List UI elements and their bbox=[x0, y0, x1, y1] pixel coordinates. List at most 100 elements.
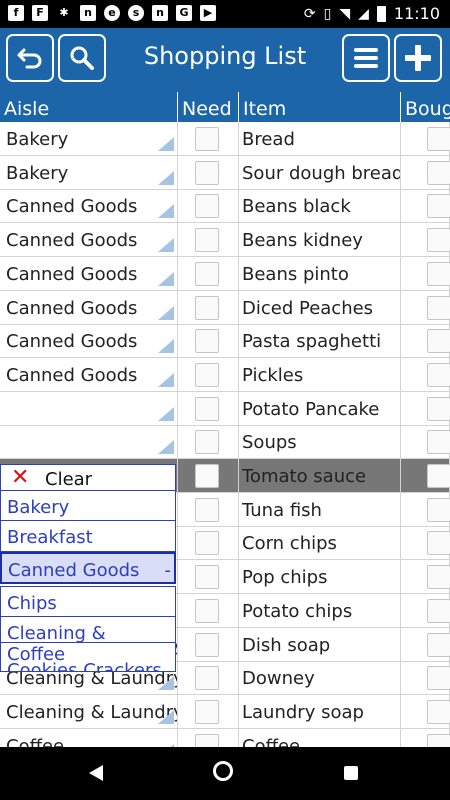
need-checkbox[interactable] bbox=[195, 295, 219, 320]
table-row[interactable]: Canned Goods Beans kidney bbox=[0, 223, 450, 258]
bought-checkbox[interactable] bbox=[427, 531, 450, 556]
item-cell[interactable]: Downey bbox=[239, 661, 401, 696]
aisle-option-selected[interactable]: Canned Goods - bbox=[0, 552, 176, 584]
bought-checkbox[interactable] bbox=[427, 228, 450, 253]
bought-checkbox[interactable] bbox=[427, 497, 450, 522]
need-checkbox[interactable] bbox=[195, 261, 219, 286]
need-checkbox[interactable] bbox=[195, 362, 219, 387]
need-checkbox[interactable] bbox=[195, 666, 219, 691]
aisle-cell[interactable]: Canned Goods bbox=[0, 324, 178, 359]
table-row[interactable]: Soups bbox=[0, 425, 450, 460]
table-row[interactable]: Coffee Coffee bbox=[0, 728, 450, 747]
aisle-cell[interactable]: Cleaning & Laundry bbox=[0, 694, 178, 729]
aisle-cell[interactable]: Canned Goods bbox=[0, 189, 178, 224]
back-icon[interactable] bbox=[89, 765, 103, 781]
need-checkbox[interactable] bbox=[195, 699, 219, 724]
item-cell[interactable]: Sour dough bread bbox=[239, 155, 401, 190]
aisle-option[interactable]: Coffee Cookies Crackers bbox=[0, 642, 176, 672]
table-row[interactable]: Canned Goods Pasta spaghetti bbox=[0, 324, 450, 359]
bought-checkbox[interactable] bbox=[427, 699, 450, 724]
aisle-cell[interactable]: Canned Goods bbox=[0, 223, 178, 258]
item-cell[interactable]: Potato chips bbox=[239, 593, 401, 628]
aisle-cell[interactable]: Canned Goods bbox=[0, 256, 178, 291]
item-cell[interactable]: Dish soap bbox=[239, 627, 401, 662]
table-row[interactable]: Bakery Bread bbox=[0, 122, 450, 156]
table-row[interactable]: Canned Goods Beans black bbox=[0, 189, 450, 224]
bought-checkbox[interactable] bbox=[427, 430, 450, 455]
item-cell[interactable]: Beans black bbox=[239, 189, 401, 224]
bought-checkbox[interactable] bbox=[427, 261, 450, 286]
aisle-option[interactable]: Breakfast bbox=[0, 520, 176, 552]
table-row[interactable]: Bakery Sour dough bread bbox=[0, 155, 450, 190]
table-row[interactable]: Potato Pancake bbox=[0, 391, 450, 426]
item-cell[interactable]: Beans kidney bbox=[239, 223, 401, 258]
aisle-cell[interactable]: Canned Goods bbox=[0, 290, 178, 325]
column-header-need[interactable]: Need bbox=[178, 92, 239, 122]
add-item-button[interactable] bbox=[394, 34, 442, 82]
column-header-item[interactable]: Item bbox=[239, 92, 401, 122]
aisle-cell[interactable]: Coffee bbox=[0, 728, 178, 747]
bought-checkbox[interactable] bbox=[427, 295, 450, 320]
item-cell[interactable]: Coffee bbox=[239, 728, 401, 747]
aisle-cell[interactable] bbox=[0, 391, 178, 426]
bought-checkbox[interactable] bbox=[427, 194, 450, 219]
need-checkbox[interactable] bbox=[195, 160, 219, 185]
aisle-cell[interactable]: Bakery bbox=[0, 122, 178, 156]
need-checkbox[interactable] bbox=[195, 127, 219, 151]
bought-checkbox[interactable] bbox=[427, 598, 450, 623]
need-checkbox[interactable] bbox=[195, 194, 219, 219]
table-row[interactable]: Canned Goods Diced Peaches bbox=[0, 290, 450, 325]
column-header-aisle[interactable]: Aisle bbox=[0, 92, 178, 122]
aisle-cell[interactable] bbox=[0, 425, 178, 460]
bought-checkbox[interactable] bbox=[427, 127, 450, 151]
column-header-bought[interactable]: Bought bbox=[401, 92, 450, 122]
need-checkbox[interactable] bbox=[195, 565, 219, 590]
item-cell[interactable]: Beans pinto bbox=[239, 256, 401, 291]
aisle-dropdown[interactable]: ✕ Clear Bakery Breakfast Canned Goods - … bbox=[0, 464, 176, 672]
close-icon: ✕ bbox=[11, 465, 30, 490]
bought-checkbox[interactable] bbox=[427, 160, 450, 185]
item-cell[interactable]: Bread bbox=[239, 122, 401, 156]
bought-checkbox[interactable] bbox=[427, 565, 450, 590]
bought-checkbox[interactable] bbox=[427, 362, 450, 387]
item-cell[interactable]: Diced Peaches bbox=[239, 290, 401, 325]
bought-checkbox[interactable] bbox=[427, 396, 450, 421]
item-cell[interactable]: Pasta spaghetti bbox=[239, 324, 401, 359]
bought-checkbox[interactable] bbox=[427, 666, 450, 691]
need-checkbox[interactable] bbox=[195, 632, 219, 657]
table-row[interactable]: Cleaning & Laundry Laundry soap bbox=[0, 694, 450, 729]
aisle-cell[interactable]: Canned Goods bbox=[0, 357, 178, 392]
need-checkbox[interactable] bbox=[195, 733, 219, 747]
recents-icon[interactable] bbox=[344, 766, 358, 780]
need-checkbox[interactable] bbox=[195, 497, 219, 522]
bought-checkbox[interactable] bbox=[427, 329, 450, 354]
item-cell[interactable]: Laundry soap bbox=[239, 694, 401, 729]
clear-option[interactable]: ✕ Clear bbox=[0, 464, 176, 490]
aisle-option[interactable]: Chips bbox=[0, 586, 176, 618]
need-checkbox[interactable] bbox=[195, 598, 219, 623]
item-cell[interactable]: Soups bbox=[239, 425, 401, 460]
item-cell[interactable]: Tuna fish bbox=[239, 492, 401, 527]
need-checkbox[interactable] bbox=[195, 329, 219, 354]
aisle-cell[interactable]: Bakery bbox=[0, 155, 178, 190]
home-icon[interactable] bbox=[213, 761, 233, 781]
status-time: 11:10 bbox=[393, 4, 440, 23]
bought-checkbox[interactable] bbox=[427, 632, 450, 657]
menu-button[interactable] bbox=[342, 34, 390, 82]
need-checkbox[interactable] bbox=[195, 531, 219, 556]
need-checkbox[interactable] bbox=[195, 430, 219, 455]
item-cell[interactable]: Corn chips bbox=[239, 526, 401, 561]
aisle-option[interactable]: Bakery bbox=[0, 490, 176, 522]
aisle-value: Bakery bbox=[6, 129, 69, 150]
need-checkbox[interactable] bbox=[195, 464, 219, 488]
item-cell[interactable]: Pickles bbox=[239, 357, 401, 392]
item-cell[interactable]: Pop chips bbox=[239, 560, 401, 595]
table-row[interactable]: Canned Goods Pickles bbox=[0, 357, 450, 392]
need-checkbox[interactable] bbox=[195, 396, 219, 421]
table-row[interactable]: Canned Goods Beans pinto bbox=[0, 256, 450, 291]
item-cell[interactable]: Tomato sauce bbox=[239, 459, 401, 493]
need-checkbox[interactable] bbox=[195, 228, 219, 253]
item-cell[interactable]: Potato Pancake bbox=[239, 391, 401, 426]
bought-checkbox[interactable] bbox=[427, 733, 450, 747]
bought-checkbox[interactable] bbox=[427, 464, 450, 488]
